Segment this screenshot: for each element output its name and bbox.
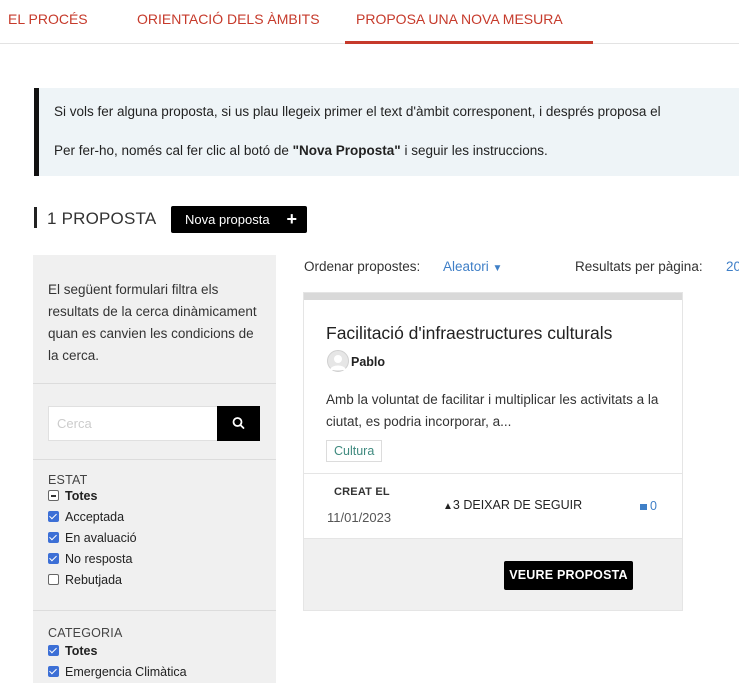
checkbox-checked-icon (48, 666, 59, 677)
unfollow-button[interactable]: ▲3 DEIXAR DE SEGUIR (443, 498, 582, 512)
search-input[interactable] (48, 406, 218, 441)
tab-proposa-nova-mesura[interactable]: PROPOSA UNA NOVA MESURA (345, 0, 593, 44)
filter-sidebar: El següent formulari filtra els resultat… (33, 255, 276, 683)
state-option-no-resposta[interactable]: No resposta (48, 552, 132, 568)
new-proposal-button[interactable]: Nova proposta + (171, 206, 307, 233)
heading-accent-bar (34, 207, 37, 228)
state-option-rebutjada[interactable]: Rebutjada (48, 573, 122, 589)
state-option-acceptada[interactable]: Acceptada (48, 510, 124, 526)
checkbox-partial-icon (48, 490, 59, 501)
results-per-page-dropdown[interactable]: 20 (726, 259, 739, 274)
option-label: En avaluació (65, 531, 137, 545)
category-option-emergencia-climatica[interactable]: Emergencia Climàtica (48, 665, 187, 681)
checkbox-checked-icon (48, 553, 59, 564)
state-option-en-avaluacio[interactable]: En avaluació (48, 531, 137, 547)
search-icon (232, 417, 245, 429)
option-label: Acceptada (65, 510, 125, 524)
created-date: 11/01/2023 (327, 510, 392, 525)
card-top-bar (304, 293, 682, 300)
comments-count-link[interactable]: 0 (640, 499, 657, 513)
card-divider (304, 473, 682, 474)
plus-icon: + (286, 209, 297, 229)
process-tabs: EL PROCÉS ORIENTACIÓ DELS ÀMBITS PROPOSA… (0, 0, 739, 44)
new-proposal-button-label: Nova proposta (185, 212, 270, 227)
tab-orientacio-ambits[interactable]: ORIENTACIÓ DELS ÀMBITS (137, 0, 320, 44)
notice-line-2-suffix: i seguir les instruccions. (400, 143, 548, 158)
checkbox-checked-icon (48, 532, 59, 543)
state-filter-title: ESTAT (48, 473, 88, 487)
option-label: Totes (65, 644, 98, 658)
option-label: Rebutjada (65, 573, 122, 587)
search-button[interactable] (217, 406, 260, 441)
notice-line-2-prefix: Per fer-ho, només cal fer clic al botó d… (54, 143, 293, 158)
state-option-totes[interactable]: Totes (48, 489, 97, 505)
notice-line-1: Si vols fer alguna proposta, si us plau … (54, 104, 661, 119)
category-filter-title: CATEGORIA (48, 626, 123, 640)
follow-count: 3 (452, 498, 460, 512)
sidebar-divider (33, 383, 276, 384)
checkbox-checked-icon (48, 511, 59, 522)
option-label: Emergencia Climàtica (65, 665, 187, 679)
comments-count: 0 (650, 499, 657, 513)
tab-el-proces[interactable]: EL PROCÉS (8, 0, 88, 44)
view-proposal-button[interactable]: VEURE PROPOSTA (504, 561, 633, 590)
category-option-totes[interactable]: Totes (48, 644, 97, 660)
proposal-title[interactable]: Facilitació d'infraestructures culturals (326, 323, 612, 344)
proposal-author[interactable]: Pablo (351, 355, 385, 369)
user-avatar-icon (330, 355, 346, 370)
bell-icon: ▲ (443, 501, 453, 512)
option-label: No resposta (65, 552, 133, 566)
follow-label: DEIXAR DE SEGUIR (463, 498, 583, 512)
proposals-count-title: 1 PROPOSTA (47, 209, 157, 228)
proposal-card: Facilitació d'infraestructures culturals… (303, 292, 683, 611)
notice-line-2-emphasis: "Nova Proposta" (292, 143, 401, 158)
filter-intro-text: El següent formulari filtra els resultat… (48, 282, 257, 363)
notice-line-2: Per fer-ho, només cal fer clic al botó d… (54, 143, 548, 158)
info-callout: Si vols fer alguna proposta, si us plau … (34, 88, 739, 176)
sidebar-divider (33, 610, 276, 611)
sidebar-divider (33, 459, 276, 460)
created-label: CREAT EL (334, 486, 390, 498)
option-label: Totes (65, 489, 98, 503)
results-per-page-label: Resultats per pàgina: (575, 259, 703, 274)
avatar (327, 350, 349, 372)
card-footer: VEURE PROPOSTA (304, 538, 682, 610)
proposal-description: Amb la voluntat de facilitar i multiplic… (326, 392, 659, 429)
checkbox-checked-icon (48, 645, 59, 656)
order-dropdown-value: Aleatori (443, 259, 489, 274)
order-label: Ordenar propostes: (304, 259, 421, 274)
order-dropdown[interactable]: Aleatori ▼ (443, 259, 502, 274)
category-tag[interactable]: Cultura (326, 440, 383, 462)
checkbox-unchecked-icon (48, 574, 59, 585)
caret-down-icon: ▼ (492, 263, 503, 274)
comment-icon (640, 504, 647, 510)
